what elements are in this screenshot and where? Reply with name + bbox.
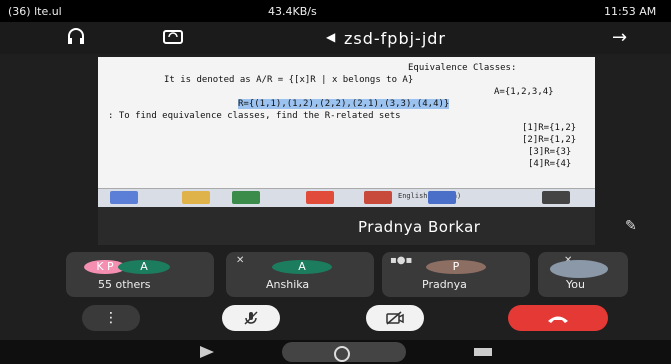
more-vert-icon: ⋮ <box>104 310 118 326</box>
camera-off-button[interactable] <box>366 305 424 331</box>
participant-tile-pradnya[interactable]: ▪●▪ P Pradnya <box>382 252 530 297</box>
mute-mic-button[interactable] <box>222 305 280 331</box>
back-nav-icon[interactable] <box>200 346 214 358</box>
screen-line: [1]R={1,2} <box>522 123 577 133</box>
participant-tile-you[interactable]: ✕ You <box>538 252 628 297</box>
avatar <box>550 260 608 278</box>
network-icons: (36) lte.ul <box>8 5 62 18</box>
screen-line: It is denoted as A/R = {[x]R | x belongs… <box>164 75 414 85</box>
chrome-icon <box>306 191 334 204</box>
presenter-bar: Pradnya Borkar ✎ <box>98 207 637 245</box>
excel-icon <box>232 191 260 204</box>
screen-line: [3]R={3} <box>528 147 572 157</box>
video-off-icon <box>385 310 405 326</box>
screen-line: : To find equivalence classes, find the … <box>108 111 401 121</box>
speaking-icon: ▪●▪ <box>390 255 413 266</box>
screen-line: [2]R={1,2} <box>522 135 577 145</box>
screen-line: A={1,2,3,4} <box>494 87 554 97</box>
participant-name: You <box>566 278 585 291</box>
home-icon <box>334 346 350 362</box>
recents-nav-icon[interactable] <box>474 348 492 356</box>
taskbar: English (India) <box>98 188 595 207</box>
clock: 11:53 AM <box>604 5 657 18</box>
presenter-name: Pradnya Borkar <box>358 218 481 236</box>
headphone-icon[interactable] <box>66 27 86 50</box>
screen-line-highlighted: R={(1,1),(1,2),(2,2),(2,1),(3,3),(4,4)} <box>238 99 450 109</box>
status-bar: (36) lte.ul 43.4KB/s 11:53 AM <box>0 0 671 22</box>
avatar: P <box>426 260 486 274</box>
app-icon <box>110 191 138 204</box>
avatar: A <box>118 260 170 274</box>
participant-name: Pradnya <box>422 278 467 291</box>
screen-line: Equivalence Classes: <box>408 63 517 73</box>
app-icon <box>542 191 570 204</box>
participant-tile-anshika[interactable]: ✕ A Anshika <box>226 252 374 297</box>
avatar: A <box>272 260 332 274</box>
top-bar: ◀ zsd-fpbj-jdr → <box>0 22 671 54</box>
phone-hangup-icon <box>546 310 570 326</box>
meeting-code: zsd-fpbj-jdr <box>344 29 447 48</box>
participant-tile-others[interactable]: K P A 55 others <box>66 252 214 297</box>
more-options-button[interactable]: ⋮ <box>82 305 140 331</box>
network-speed: 43.4KB/s <box>268 5 317 18</box>
mic-off-icon <box>242 310 260 326</box>
camera-switch-icon[interactable] <box>162 27 184 50</box>
folder-icon <box>182 191 210 204</box>
participant-name: Anshika <box>266 278 310 291</box>
home-nav-button[interactable] <box>282 342 406 362</box>
screen-line: [4]R={4} <box>528 159 572 169</box>
system-nav-bar <box>0 340 671 364</box>
caret-icon: ◀ <box>326 30 336 44</box>
app-icon <box>364 191 392 204</box>
end-call-button[interactable] <box>508 305 608 331</box>
shared-screen: Equivalence Classes: It is denoted as A/… <box>98 57 595 207</box>
pin-icon[interactable]: ✎ <box>625 218 637 234</box>
arrow-icon[interactable]: → <box>612 27 627 48</box>
participant-name: 55 others <box>98 278 151 291</box>
mic-off-icon: ✕ <box>236 255 245 266</box>
app-icon <box>428 191 456 204</box>
